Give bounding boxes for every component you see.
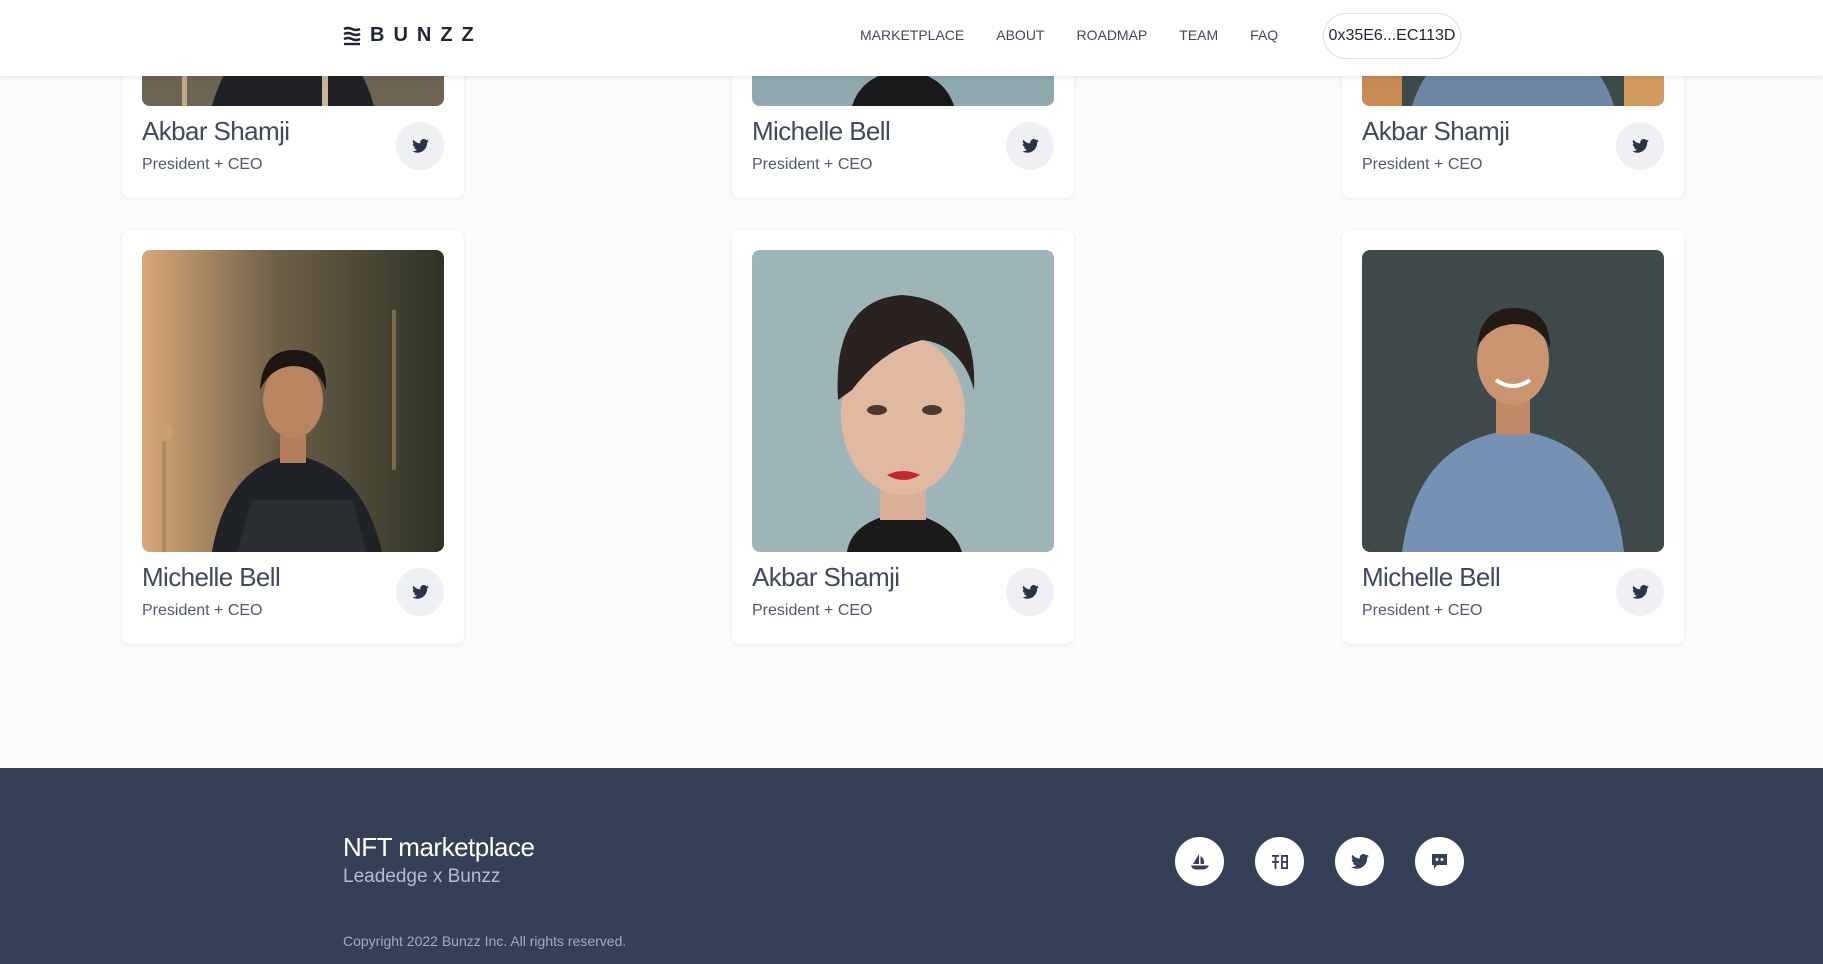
opensea-link[interactable] <box>1175 837 1224 886</box>
twitter-link[interactable] <box>1335 837 1384 886</box>
site-footer: NFT marketplace Leadedge x Bunzz Copyrig… <box>0 768 1823 964</box>
team-card: Michelle Bell President + CEO <box>122 230 464 644</box>
nav-team[interactable]: TEAM <box>1179 27 1218 43</box>
member-role: President + CEO <box>142 602 263 619</box>
site-header: BUNZZ MARKETPLACE ABOUT ROADMAP TEAM FAQ… <box>0 0 1823 76</box>
etherscan-link[interactable] <box>1255 837 1304 886</box>
member-role: President + CEO <box>752 156 873 173</box>
member-role: President + CEO <box>752 602 873 619</box>
etherscan-icon <box>1271 854 1288 869</box>
team-card: Michelle Bell President + CEO <box>1342 230 1684 644</box>
twitter-icon <box>411 585 429 599</box>
member-name: Michelle Bell <box>752 116 891 146</box>
twitter-icon <box>1021 585 1039 599</box>
twitter-icon <box>1631 139 1649 153</box>
opensea-icon <box>1190 853 1209 869</box>
nav-about[interactable]: ABOUT <box>996 27 1044 43</box>
nav-roadmap[interactable]: ROADMAP <box>1076 27 1147 43</box>
main-nav: MARKETPLACE ABOUT ROADMAP TEAM FAQ <box>860 27 1278 43</box>
logo[interactable]: BUNZZ <box>342 24 483 47</box>
member-name: Akbar Shamji <box>752 562 900 592</box>
member-role: President + CEO <box>142 156 263 173</box>
twitter-button[interactable] <box>1616 122 1664 170</box>
twitter-button[interactable] <box>1006 122 1054 170</box>
twitter-icon <box>1350 854 1369 869</box>
twitter-button[interactable] <box>396 122 444 170</box>
twitter-icon <box>411 139 429 153</box>
nav-marketplace[interactable]: MARKETPLACE <box>860 27 964 43</box>
member-name: Akbar Shamji <box>1362 116 1510 146</box>
footer-subtitle: Leadedge x Bunzz <box>343 866 501 887</box>
team-card: Akbar Shamji President + CEO <box>732 230 1074 644</box>
member-role: President + CEO <box>1362 156 1483 173</box>
discord-link[interactable] <box>1415 837 1464 886</box>
copyright: Copyright 2022 Bunzz Inc. All rights res… <box>343 933 627 949</box>
twitter-button[interactable] <box>1616 568 1664 616</box>
member-photo <box>752 250 1054 552</box>
logo-text: BUNZZ <box>370 24 483 46</box>
nav-faq[interactable]: FAQ <box>1250 27 1278 43</box>
wallet-button[interactable]: 0x35E6...EC113D <box>1323 13 1461 59</box>
discord-icon <box>1432 854 1447 869</box>
footer-title: NFT marketplace <box>343 832 535 862</box>
member-name: Akbar Shamji <box>142 116 290 146</box>
member-photo <box>142 250 444 552</box>
member-role: President + CEO <box>1362 602 1483 619</box>
member-name: Michelle Bell <box>1362 562 1501 592</box>
twitter-button[interactable] <box>396 568 444 616</box>
member-name: Michelle Bell <box>142 562 281 592</box>
twitter-icon <box>1631 585 1649 599</box>
bunzz-logo-icon <box>343 26 361 45</box>
member-photo <box>1362 250 1664 552</box>
twitter-button[interactable] <box>1006 568 1054 616</box>
twitter-icon <box>1021 139 1039 153</box>
